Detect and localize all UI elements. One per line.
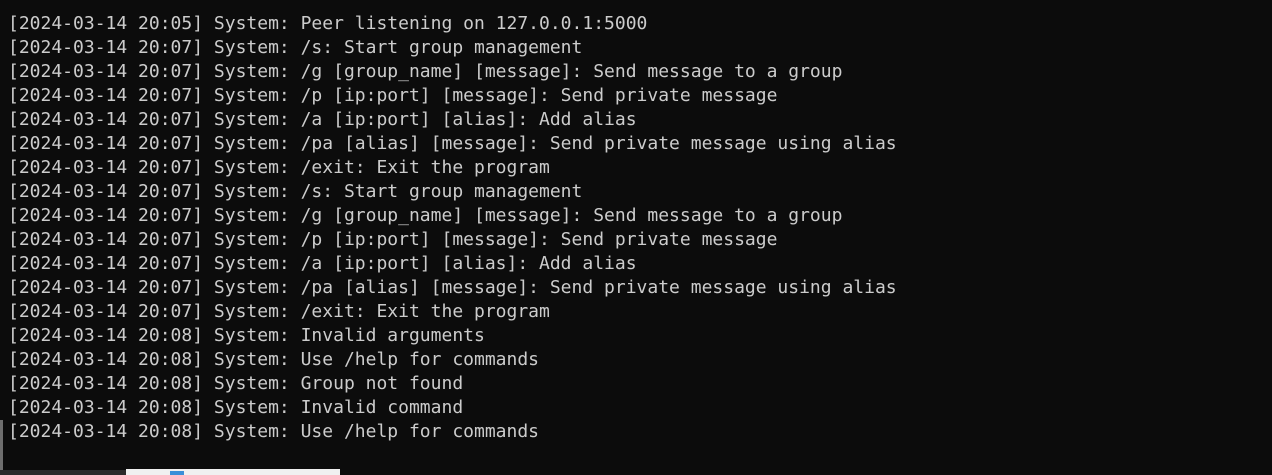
log-line: [2024-03-14 20:07] System: /s: Start gro… — [8, 37, 583, 58]
log-line: [2024-03-14 20:07] System: /p [ip:port] … — [8, 229, 778, 250]
log-line: [2024-03-14 20:08] System: Invalid argum… — [8, 325, 485, 346]
log-line: [2024-03-14 20:07] System: /exit: Exit t… — [8, 301, 550, 322]
log-line: [2024-03-14 20:07] System: /g [group_nam… — [8, 205, 843, 226]
log-line: [2024-03-14 20:07] System: /s: Start gro… — [8, 181, 583, 202]
log-line: [2024-03-14 20:07] System: /a [ip:port] … — [8, 109, 637, 130]
log-line: [2024-03-14 20:07] System: /p [ip:port] … — [8, 85, 778, 106]
window-edge — [0, 420, 3, 475]
app-icon — [170, 471, 184, 475]
terminal-output: [2024-03-14 20:05] System: Peer listenin… — [8, 12, 1272, 444]
log-line: [2024-03-14 20:07] System: /pa [alias] [… — [8, 277, 897, 298]
log-line: [2024-03-14 20:08] System: Use /help for… — [8, 349, 540, 370]
log-line: [2024-03-14 20:07] System: /exit: Exit t… — [8, 157, 550, 178]
taskbar-tab[interactable] — [126, 469, 340, 475]
log-line: [2024-03-14 20:05] System: Peer listenin… — [8, 13, 648, 34]
taskbar-strip — [0, 469, 1272, 475]
log-line: [2024-03-14 20:08] System: Use /help for… — [8, 421, 540, 442]
log-line: [2024-03-14 20:08] System: Group not fou… — [8, 373, 464, 394]
log-line: [2024-03-14 20:08] System: Invalid comma… — [8, 397, 464, 418]
terminal-window[interactable]: [2024-03-14 20:05] System: Peer listenin… — [0, 0, 1272, 475]
command-prompt[interactable]: > — [8, 444, 1272, 475]
log-line: [2024-03-14 20:07] System: /g [group_nam… — [8, 61, 843, 82]
taskbar-segment — [0, 470, 126, 475]
log-line: [2024-03-14 20:07] System: /pa [alias] [… — [8, 133, 897, 154]
log-line: [2024-03-14 20:07] System: /a [ip:port] … — [8, 253, 637, 274]
